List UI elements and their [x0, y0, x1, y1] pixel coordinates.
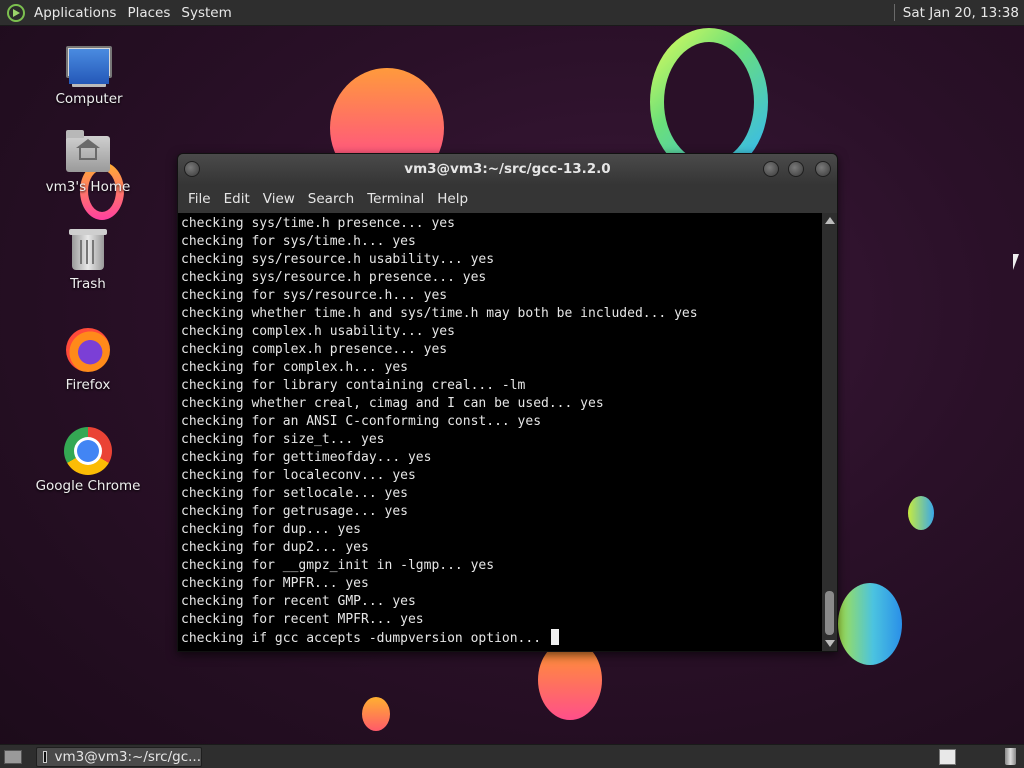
terminal-line: checking for localeconv... yes — [181, 468, 416, 483]
chrome-icon — [64, 427, 112, 475]
menu-system[interactable]: System — [181, 5, 231, 21]
desktop-icon-home[interactable]: vm3's Home — [28, 130, 148, 195]
taskbar-label: vm3@vm3:~/src/gc... — [54, 749, 202, 765]
menu-view[interactable]: View — [263, 191, 295, 207]
terminal-line: checking for size_t... yes — [181, 432, 385, 447]
terminal-line: checking complex.h usability... yes — [181, 324, 455, 339]
top-panel-right: Sat Jan 20, 13:38 — [893, 0, 1019, 25]
trash-icon — [69, 229, 107, 270]
desktop-icon-trash[interactable]: Trash — [28, 229, 148, 292]
clock[interactable]: Sat Jan 20, 13:38 — [903, 5, 1019, 21]
wallpaper-small-blue-blob — [908, 496, 934, 530]
terminal-line: checking for recent MPFR... yes — [181, 612, 424, 627]
maximize-button[interactable] — [788, 161, 804, 177]
terminal-window: vm3@vm3:~/src/gcc-13.2.0 File Edit View … — [177, 153, 838, 652]
terminal-scrollbar[interactable] — [822, 213, 837, 651]
scrollbar-thumb[interactable] — [825, 591, 834, 635]
menu-search[interactable]: Search — [308, 191, 354, 207]
terminal-line: checking if gcc accepts -dumpversion opt… — [181, 629, 822, 648]
terminal-line: checking for sys/resource.h... yes — [181, 288, 448, 303]
desktop-icon-label: Firefox — [65, 377, 111, 393]
bottom-panel: vm3@vm3:~/src/gc... — [0, 744, 1024, 768]
firefox-icon — [66, 328, 110, 372]
terminal-line: checking for recent GMP... yes — [181, 594, 416, 609]
wallpaper-orange-blob — [538, 640, 602, 720]
window-title: vm3@vm3:~/src/gcc-13.2.0 — [404, 161, 611, 177]
mouse-pointer-icon — [1013, 254, 1019, 270]
close-button[interactable] — [815, 161, 831, 177]
show-desktop-icon[interactable] — [4, 750, 22, 764]
terminal-output[interactable]: checking sys/time.h presence... yes check… — [178, 213, 822, 651]
minimize-button[interactable] — [763, 161, 779, 177]
terminal-line: checking for setlocale... yes — [181, 486, 408, 501]
wallpaper-blue-green-blob — [838, 583, 902, 665]
scroll-down-arrow-icon[interactable] — [825, 640, 835, 647]
wallpaper-small-orange-blob — [362, 697, 390, 731]
trash-applet-icon[interactable] — [1005, 748, 1016, 765]
menu-edit[interactable]: Edit — [224, 191, 250, 207]
terminal-line: checking for an ANSI C-conforming const.… — [181, 414, 542, 429]
terminal-line: checking sys/time.h presence... yes — [181, 216, 455, 231]
desktop-icon-label: Google Chrome — [35, 478, 141, 494]
terminal-line: checking for gettimeofday... yes — [181, 450, 432, 465]
top-panel: Applications Places System Sat Jan 20, 1… — [0, 0, 1024, 26]
desktop-icon-firefox[interactable]: Firefox — [28, 328, 148, 393]
terminal-line: checking for dup2... yes — [181, 540, 369, 555]
desktop-icon-computer[interactable]: Computer — [29, 46, 149, 107]
window-menu-button[interactable] — [184, 161, 200, 177]
terminal-line: checking for complex.h... yes — [181, 360, 408, 375]
terminal-line: checking for sys/time.h... yes — [181, 234, 416, 249]
window-titlebar[interactable]: vm3@vm3:~/src/gcc-13.2.0 — [178, 154, 837, 185]
terminal-line: checking for __gmpz_init in -lgmp... yes — [181, 558, 495, 573]
desktop-icon-label: Computer — [55, 91, 123, 107]
terminal-line: checking sys/resource.h usability... yes — [181, 252, 495, 267]
menu-places[interactable]: Places — [127, 5, 170, 21]
menu-file[interactable]: File — [188, 191, 211, 207]
terminal-lines: checking sys/time.h presence... yes check… — [178, 213, 822, 648]
terminal-line: checking for library containing creal...… — [181, 378, 526, 393]
terminal-line: checking whether time.h and sys/time.h m… — [181, 306, 698, 321]
terminal-line: checking whether creal, cimag and I can … — [181, 396, 604, 411]
terminal-line: checking for MPFR... yes — [181, 576, 369, 591]
terminal-menubar: File Edit View Search Terminal Help — [178, 185, 837, 213]
panel-separator — [893, 4, 895, 21]
menu-help[interactable]: Help — [437, 191, 468, 207]
terminal-line: checking sys/resource.h presence... yes — [181, 270, 487, 285]
taskbar-terminal-button[interactable]: vm3@vm3:~/src/gc... — [36, 747, 202, 767]
terminal-line: checking for getrusage... yes — [181, 504, 408, 519]
desktop-icon-chrome[interactable]: Google Chrome — [28, 427, 148, 494]
scroll-up-arrow-icon[interactable] — [825, 217, 835, 224]
distro-logo-icon[interactable] — [7, 3, 25, 22]
menu-applications[interactable]: Applications — [34, 5, 116, 21]
desktop-icon-label: vm3's Home — [45, 179, 131, 195]
terminal-line: checking complex.h presence... yes — [181, 342, 448, 357]
home-folder-icon — [66, 130, 110, 172]
desktop-icon-label: Trash — [70, 276, 106, 292]
terminal-icon — [43, 751, 47, 763]
computer-icon — [66, 46, 112, 87]
terminal-line: checking for dup... yes — [181, 522, 362, 537]
terminal-cursor — [550, 629, 559, 645]
workspace-switcher[interactable] — [939, 749, 956, 765]
menu-terminal[interactable]: Terminal — [367, 191, 424, 207]
